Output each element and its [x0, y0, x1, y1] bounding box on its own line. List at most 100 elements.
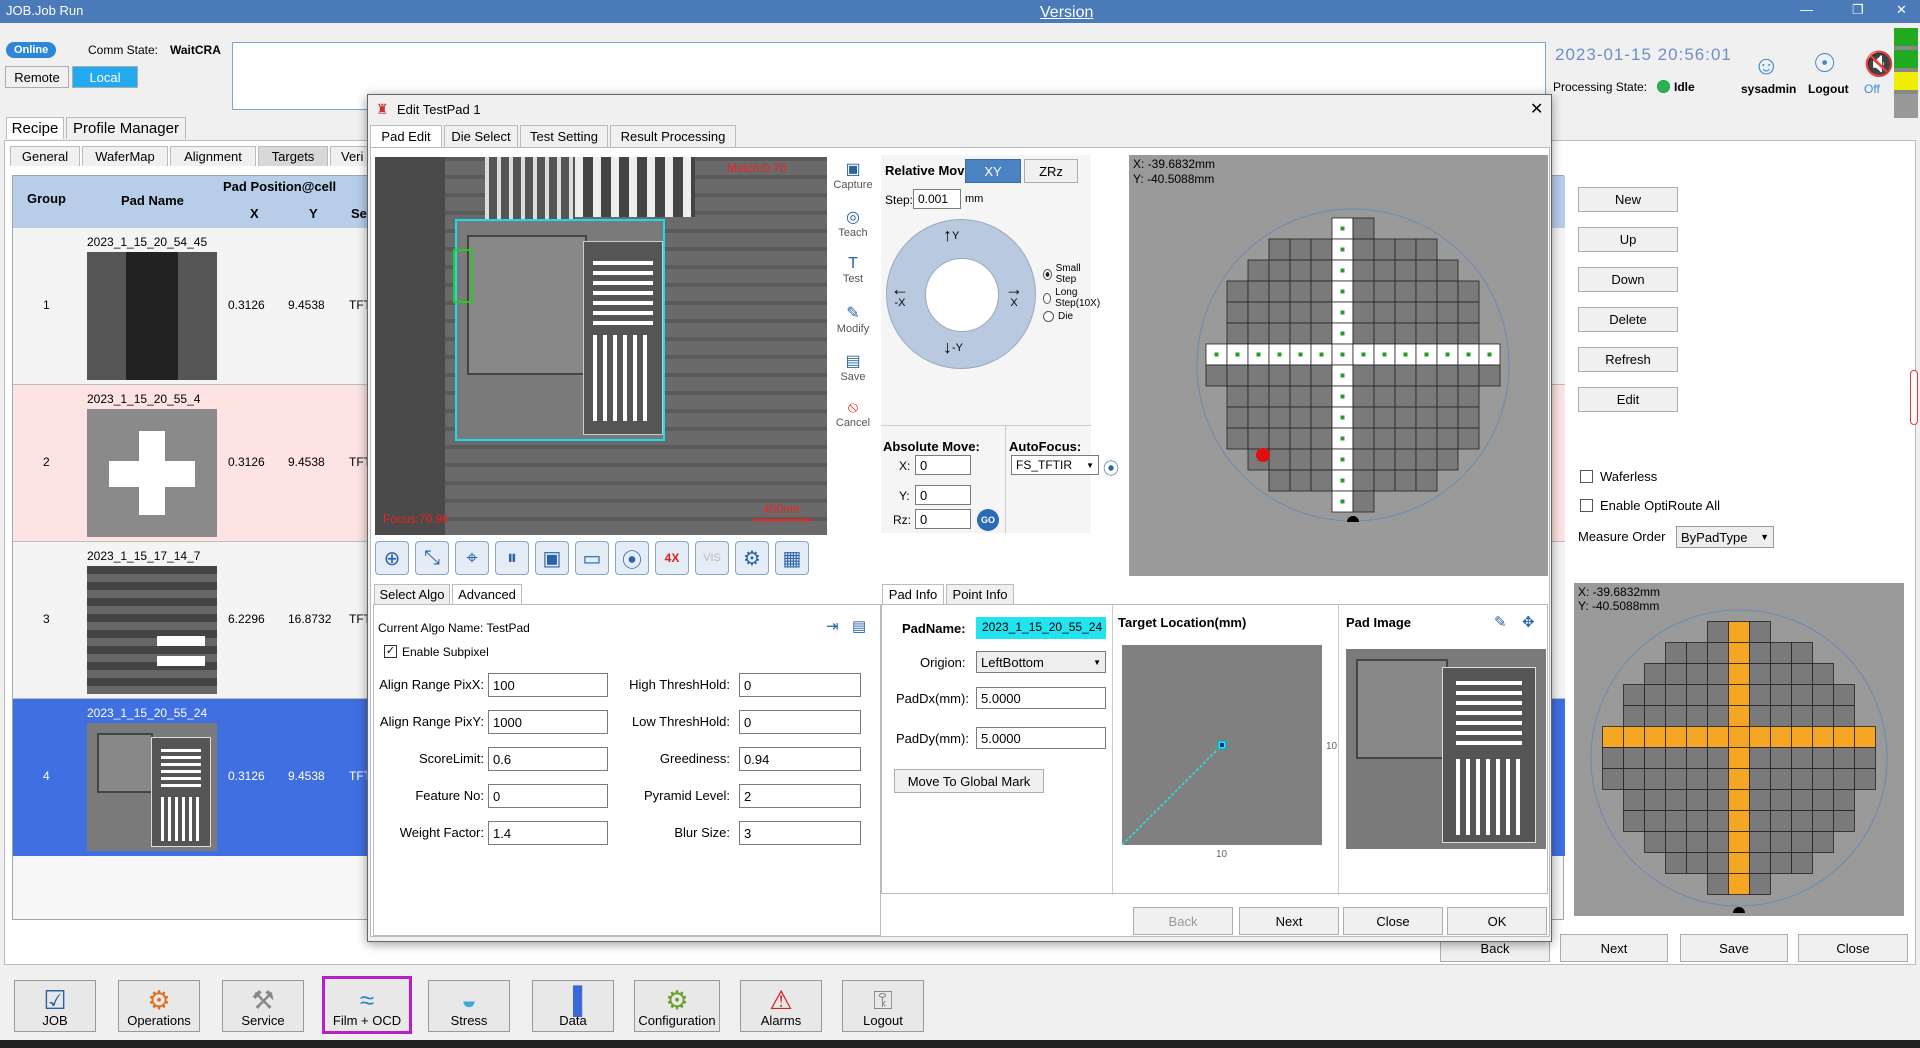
padname-field[interactable]: 2023_1_15_20_55_24 — [976, 617, 1106, 639]
folder-icon[interactable]: ▭ — [575, 541, 609, 575]
dialog-ok-button[interactable]: OK — [1447, 907, 1547, 935]
close-button[interactable]: Close — [1798, 934, 1908, 962]
measure-order-select[interactable]: ByPadType ▼ — [1676, 526, 1774, 548]
param-input[interactable]: 3 — [739, 821, 861, 845]
go-button[interactable]: GO — [977, 509, 999, 531]
teach-tool[interactable]: ◎ Teach — [829, 207, 877, 239]
close-icon[interactable]: ✕ — [1896, 2, 1907, 18]
param-input[interactable]: 100 — [488, 673, 608, 697]
tab-point-info[interactable]: Point Info — [946, 584, 1014, 604]
zoom-4x-icon[interactable]: 4X — [655, 541, 689, 575]
save-tool[interactable]: ▤ Save — [829, 351, 877, 383]
version-link[interactable]: Version — [1040, 4, 1093, 22]
tab-pad-info[interactable]: Pad Info — [882, 584, 944, 604]
up-button[interactable]: Up — [1578, 227, 1678, 252]
small-step-radio[interactable]: Small Step — [1043, 263, 1091, 285]
cancel-tool[interactable]: ⦸ Cancel — [829, 399, 877, 429]
param-input[interactable]: 0 — [739, 710, 861, 734]
jog-right-button[interactable]: → X — [1005, 280, 1023, 309]
tab-recipe[interactable]: Recipe — [6, 117, 64, 139]
alarms-nav-button[interactable]: ⚠ Alarms — [740, 980, 822, 1032]
logout-label[interactable]: Logout — [1808, 82, 1849, 96]
tab-profile-manager[interactable]: Profile Manager — [66, 117, 186, 139]
autofocus-select[interactable]: FS_TFTIR ▼ — [1011, 455, 1099, 475]
paddy-input[interactable]: 5.0000 — [976, 727, 1106, 749]
dialog-back-button[interactable]: Back — [1133, 907, 1233, 935]
job-nav-button[interactable]: ☑ JOB — [14, 980, 96, 1032]
dialog-next-button[interactable]: Next — [1239, 907, 1339, 935]
crosshair-off-icon[interactable]: ⌖ — [455, 541, 489, 575]
target-location-plot[interactable] — [1121, 645, 1322, 846]
param-input[interactable]: 0.94 — [739, 747, 861, 771]
wafer-map-panel[interactable]: X: -39.6832mm Y: -40.5088mm — [1129, 155, 1548, 576]
modify-tool[interactable]: ✎ Modify — [829, 303, 877, 335]
abs-y-input[interactable]: 0 — [915, 485, 971, 505]
restore-icon[interactable]: ❐ — [1852, 2, 1864, 18]
paddx-input[interactable]: 5.0000 — [976, 687, 1106, 709]
online-toggle[interactable]: Online — [6, 42, 57, 58]
tab-general[interactable]: General — [10, 146, 80, 166]
tab-alignment[interactable]: Alignment — [170, 146, 256, 166]
jog-down-button[interactable]: ↓ -Y — [943, 337, 963, 358]
service-nav-button[interactable]: ⚒ Service — [222, 980, 304, 1032]
move-to-global-mark-button[interactable]: Move To Global Mark — [894, 769, 1044, 793]
xy-mode-button[interactable]: XY — [965, 159, 1021, 183]
long-step-radio[interactable]: Long Step(10X) — [1043, 287, 1103, 309]
next-button[interactable]: Next — [1560, 934, 1668, 962]
data-nav-button[interactable]: ▐ Data — [532, 980, 614, 1032]
tab-wafermap[interactable]: WaferMap — [82, 146, 168, 166]
remote-button[interactable]: Remote — [5, 66, 69, 88]
logout-nav-button[interactable]: ⚿ Logout — [842, 980, 924, 1032]
camera-image[interactable]: Match:0.70 Focus:70.96 400nm — [375, 157, 827, 535]
tab-targets[interactable]: Targets — [258, 146, 328, 166]
wafer-map-overview[interactable]: X: -39.6832mm Y: -40.5088mm — [1574, 583, 1904, 916]
delete-button[interactable]: Delete — [1578, 307, 1678, 332]
move-arrows-icon[interactable]: ✥ — [1522, 613, 1535, 631]
jog-up-button[interactable]: ↑ Y — [943, 225, 959, 246]
param-input[interactable]: 1000 — [488, 710, 608, 734]
settings-gear-icon[interactable]: ⚙ — [735, 541, 769, 575]
speaker-mute-icon[interactable]: 🔇 — [1864, 50, 1894, 79]
tab-advanced[interactable]: Advanced — [452, 584, 522, 604]
minimize-icon[interactable]: — — [1800, 2, 1813, 17]
grid-icon[interactable]: ▦ — [775, 541, 809, 575]
import-icon[interactable]: ⇥ — [826, 617, 839, 635]
dialog-close-icon[interactable]: ✕ — [1530, 99, 1543, 119]
dialog-close-button[interactable]: Close — [1343, 907, 1443, 935]
fit-icon[interactable]: ⤡ — [415, 541, 449, 575]
edit-button[interactable]: Edit — [1578, 387, 1678, 412]
save-button[interactable]: Save — [1680, 934, 1788, 962]
zoom-in-icon[interactable]: ⊕ — [375, 541, 409, 575]
edit-pencil-icon[interactable]: ✎ — [1494, 613, 1507, 631]
param-input[interactable]: 0.6 — [488, 747, 608, 771]
jog-left-button[interactable]: ← -X — [891, 280, 909, 309]
param-input[interactable]: 0 — [488, 784, 608, 808]
abs-x-input[interactable]: 0 — [915, 455, 971, 475]
film-ocd-nav-button[interactable]: ≈ Film + OCD — [322, 976, 412, 1034]
subpixel-checkbox[interactable]: ✓ — [384, 645, 397, 658]
local-button[interactable]: Local — [72, 66, 138, 88]
scrollbar-handle[interactable] — [1910, 370, 1918, 425]
stress-nav-button[interactable]: ◒ Stress — [428, 980, 510, 1032]
vis-icon[interactable]: VIS — [695, 541, 729, 575]
tab-test-setting[interactable]: Test Setting — [520, 125, 608, 147]
operations-nav-button[interactable]: ⚙ Operations — [118, 980, 200, 1032]
origin-select[interactable]: LeftBottom ▼ — [976, 651, 1106, 673]
save-algo-icon[interactable]: ▤ — [852, 617, 866, 635]
tab-pad-edit[interactable]: Pad Edit — [370, 125, 442, 147]
focus-target-icon[interactable]: ⦿ — [615, 541, 649, 575]
capture-tool[interactable]: ▣ Capture — [829, 159, 877, 191]
tab-die-select[interactable]: Die Select — [444, 125, 518, 147]
autofocus-run-icon[interactable]: ⦿ — [1103, 455, 1119, 479]
pause-icon[interactable]: ⏸ — [495, 541, 529, 575]
test-tool[interactable]: T Test — [829, 255, 877, 285]
refresh-button[interactable]: Refresh — [1578, 347, 1678, 372]
down-button[interactable]: Down — [1578, 267, 1678, 292]
tab-verify[interactable]: Veri — [330, 146, 370, 166]
abs-rz-input[interactable]: 0 — [915, 509, 971, 529]
tab-select-algo[interactable]: Select Algo — [374, 584, 450, 604]
tab-result-processing[interactable]: Result Processing — [610, 125, 736, 147]
param-input[interactable]: 0 — [739, 673, 861, 697]
configuration-nav-button[interactable]: ⚙ Configuration — [634, 980, 720, 1032]
snapshot-icon[interactable]: ▣ — [535, 541, 569, 575]
